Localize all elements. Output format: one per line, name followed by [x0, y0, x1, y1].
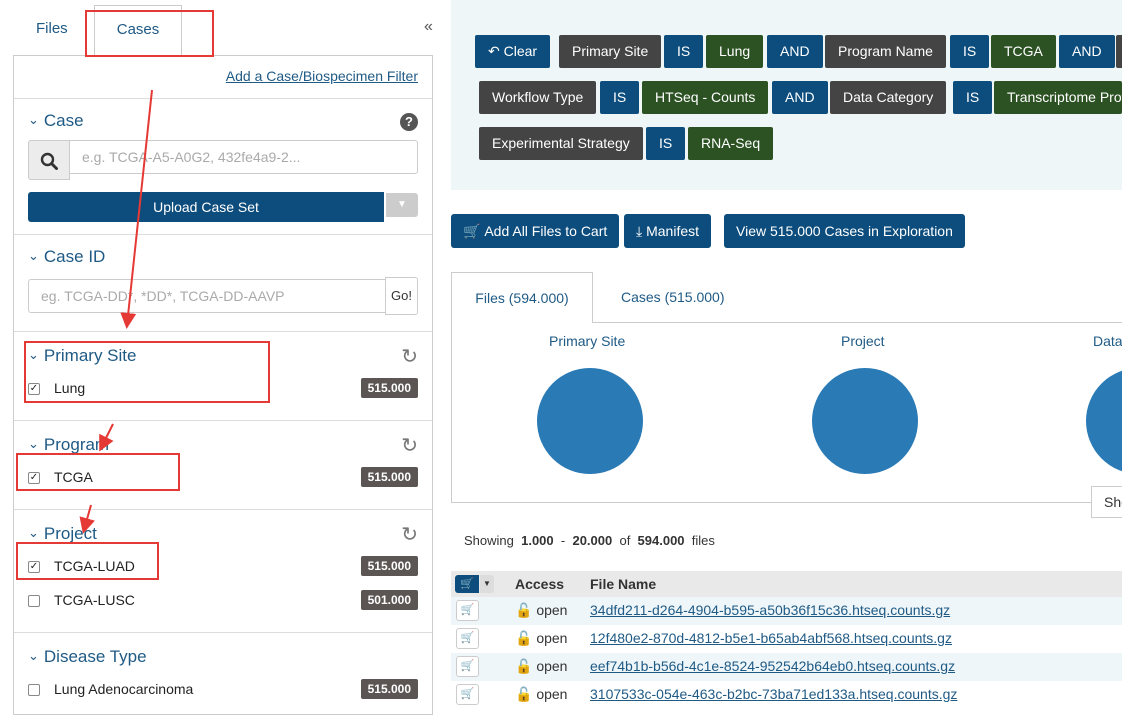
annotation-arrow [120, 89, 153, 329]
add-to-cart-icon[interactable]: 🛒 [456, 684, 479, 705]
tab-cases-results[interactable]: Cases (515.000) [621, 289, 725, 305]
chevron-down-icon[interactable]: ▼ [480, 575, 494, 593]
query-operator-chip[interactable]: IS [664, 35, 704, 68]
view-cases-in-exploration-button[interactable]: View 515.000 Cases in Exploration [724, 214, 965, 248]
query-value-chip[interactable]: Lung [706, 35, 764, 68]
query-value-chip[interactable]: RNA-Seq [688, 127, 774, 160]
add-all-label: Add All Files to Cart [484, 223, 608, 239]
manifest-label: Manifest [646, 223, 700, 239]
undo-icon: ↶ [488, 43, 500, 59]
query-operator-chip[interactable]: IS [646, 127, 686, 160]
access-cell: 🔓 open [515, 602, 567, 619]
query-field-chip[interactable]: Data Category [830, 81, 947, 114]
file-name-link[interactable]: 12f480e2-870d-4812-b5e1-b65ab4abf568.hts… [590, 630, 952, 646]
access-label: open [536, 630, 568, 646]
file-name-link[interactable]: eef74b1b-b56d-4c1e-8524-952542b64eb0.hts… [590, 658, 955, 674]
column-header-file-name[interactable]: File Name [590, 576, 656, 592]
show-button[interactable]: Show [1091, 486, 1122, 518]
cart-icon: 🛒 [463, 223, 481, 239]
tab-files-results[interactable]: Files (594.000) [451, 272, 593, 323]
table-row: 🛒 🔓 open 12f480e2-870d-4812-b5e1-b65ab4a… [451, 625, 1122, 653]
unlock-icon: 🔓 [515, 630, 533, 646]
download-icon: ⤓ [636, 223, 643, 239]
showing-summary: Showing 1.000 - 20.000 of 594.000 files [464, 533, 715, 548]
add-to-cart-icon[interactable]: 🛒 [456, 600, 479, 621]
query-field-chip[interactable]: Primary Site [559, 35, 662, 68]
add-to-cart-icon[interactable]: 🛒 [456, 656, 479, 677]
annotation-arrows [79, 89, 153, 534]
cart-select-all-icon[interactable]: 🛒 [455, 575, 479, 593]
query-field-chip[interactable]: Program Name [825, 35, 946, 68]
access-label: open [536, 686, 568, 702]
access-label: open [536, 658, 568, 674]
query-field-chip[interactable]: Experimental Strategy [479, 127, 643, 160]
unlock-icon: 🔓 [515, 602, 533, 618]
annotation-arrow [79, 504, 95, 534]
query-field-chip-overflow[interactable] [1116, 35, 1122, 68]
query-operator-chip[interactable]: IS [950, 35, 990, 68]
query-and-chip[interactable]: AND [1059, 35, 1115, 68]
unlock-icon: 🔓 [515, 658, 533, 674]
access-cell: 🔓 open [515, 658, 567, 675]
show-button-clip: Show [1091, 486, 1122, 518]
query-and-chip[interactable]: AND [772, 81, 828, 114]
showing-total: 594.000 [637, 533, 685, 548]
table-row: 🛒 🔓 open 34dfd211-d264-4904-b595-a50b36f… [451, 597, 1122, 625]
query-and-chip[interactable]: AND [767, 35, 823, 68]
access-label: open [536, 602, 568, 618]
pie-chart-data-category[interactable] [1086, 368, 1122, 474]
access-cell: 🔓 open [515, 630, 567, 647]
clear-query-button[interactable]: ↶ Clear [475, 35, 551, 68]
column-header-access[interactable]: Access [515, 576, 564, 592]
chart-title-data-category: Data Category [1093, 333, 1122, 349]
table-row: 🛒 🔓 open 3107533c-054e-463c-b2bc-73ba71e… [451, 681, 1122, 709]
pie-chart-primary-site[interactable] [537, 368, 643, 474]
query-value-chip[interactable]: Transcriptome Profiling [994, 81, 1122, 114]
showing-of: of [619, 533, 631, 548]
manifest-button[interactable]: ⤓ Manifest [624, 214, 712, 248]
add-to-cart-icon[interactable]: 🛒 [456, 628, 479, 649]
showing-suffix: files [691, 533, 715, 548]
query-field-chip[interactable]: Workflow Type [479, 81, 597, 114]
file-name-link[interactable]: 3107533c-054e-463c-b2bc-73ba71ed133a.hts… [590, 686, 957, 702]
showing-prefix: Showing [464, 533, 514, 548]
showing-dash: - [560, 533, 566, 548]
showing-from: 1.000 [521, 533, 554, 548]
file-name-link[interactable]: 34dfd211-d264-4904-b595-a50b36f15c36.hts… [590, 602, 950, 618]
query-value-chip[interactable]: HTSeq - Counts [642, 81, 769, 114]
query-value-chip[interactable]: TCGA [991, 35, 1056, 68]
annotation-arrow [99, 423, 114, 452]
pie-chart-project[interactable] [812, 368, 918, 474]
query-operator-chip[interactable]: IS [953, 81, 993, 114]
table-row: 🛒 🔓 open eef74b1b-b56d-4c1e-8524-952542b… [451, 653, 1122, 681]
chart-title-primary-site: Primary Site [549, 333, 626, 349]
chart-title-project: Project [841, 333, 885, 349]
clear-label: Clear [503, 43, 538, 59]
add-all-files-to-cart-button[interactable]: 🛒 Add All Files to Cart [451, 214, 620, 248]
showing-to: 20.000 [572, 533, 613, 548]
unlock-icon: 🔓 [515, 686, 533, 702]
table-header: Access File Name [451, 571, 1122, 597]
chart-title-data-category-clip: Data Category [1093, 333, 1122, 349]
pie-chart-data-category-clip [1086, 368, 1122, 474]
access-cell: 🔓 open [515, 686, 567, 703]
query-operator-chip[interactable]: IS [600, 81, 640, 114]
